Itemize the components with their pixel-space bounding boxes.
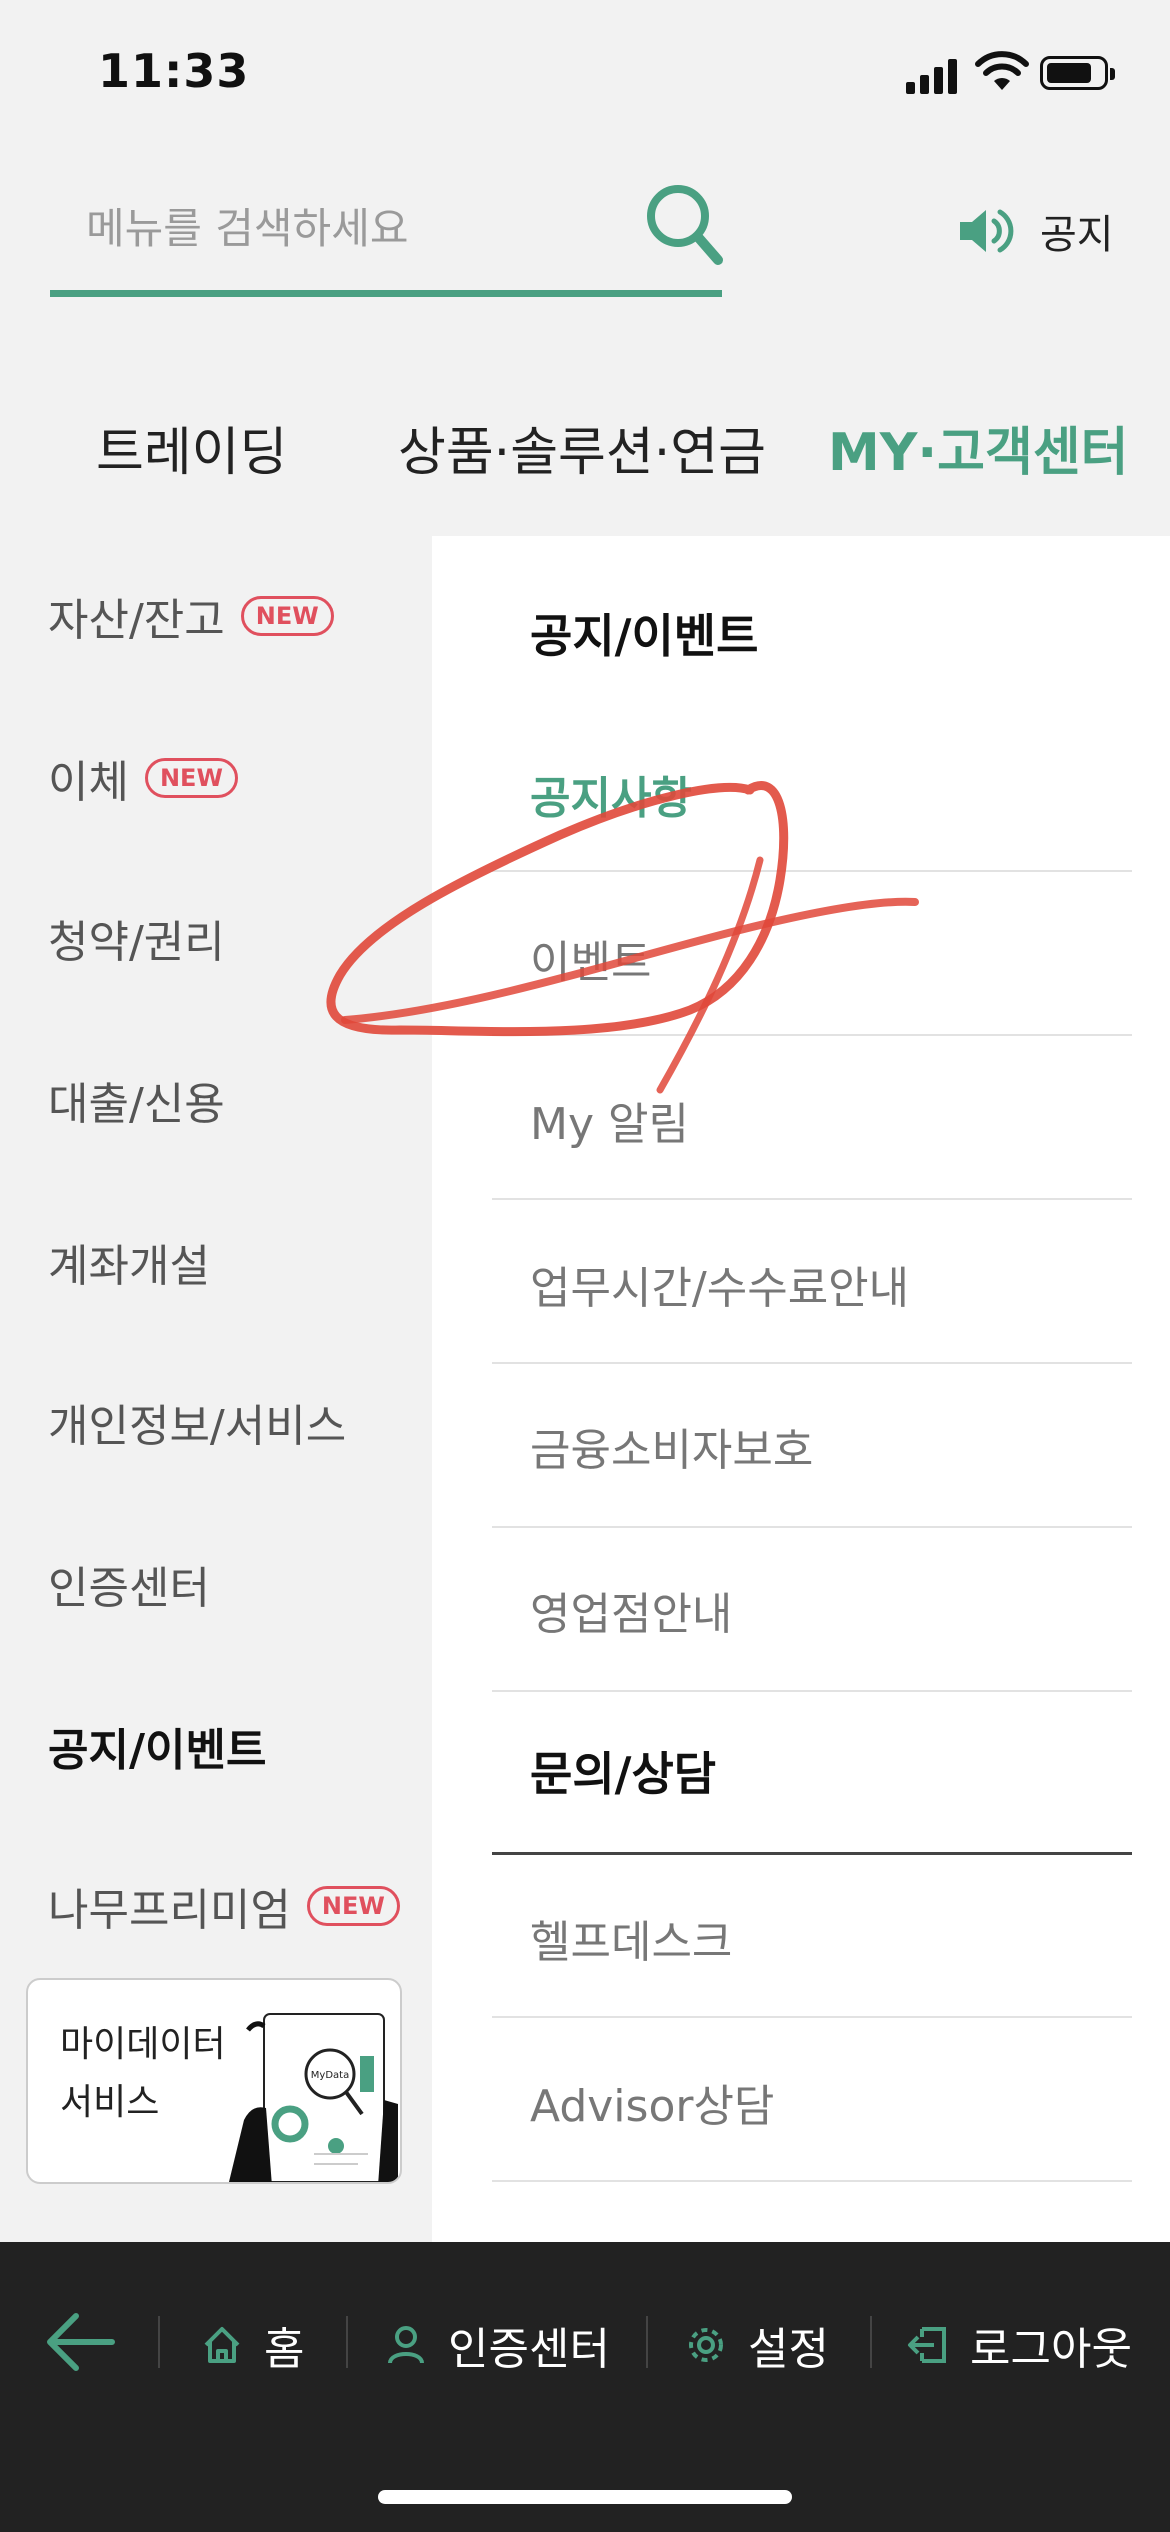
mydata-illustration: MyData bbox=[228, 2013, 398, 2182]
nav-logout[interactable]: 로그아웃 bbox=[906, 2300, 1132, 2390]
arrow-left-icon[interactable] bbox=[40, 2302, 120, 2382]
nav-logout-label: 로그아웃 bbox=[970, 2324, 1132, 2375]
logout-icon bbox=[908, 2327, 946, 2363]
tab-my-customer-center[interactable]: MY·고객센터 bbox=[828, 410, 1129, 485]
notice-label: 공지 bbox=[1040, 212, 1114, 258]
sidebar-item-label: 나무프리미엄 bbox=[48, 1885, 291, 1936]
home-indicator bbox=[378, 2490, 792, 2504]
mydata-banner-line1: 마이데이터 bbox=[60, 2024, 226, 2065]
divider bbox=[492, 1526, 1132, 1528]
sidebar-item-namu-premium[interactable]: 나무프리미엄 NEW bbox=[48, 1874, 400, 1938]
sidebar-item-label: 대출/신용 bbox=[48, 1079, 225, 1130]
section-divider bbox=[492, 1852, 1132, 1855]
battery-icon bbox=[1040, 56, 1115, 90]
nav-settings[interactable]: 설정 bbox=[684, 2300, 829, 2390]
divider bbox=[646, 2316, 648, 2368]
category-tabs: 트레이딩 상품·솔루션·연금 MY·고객센터 bbox=[0, 380, 1170, 530]
mydata-illustration-label: MyData bbox=[311, 2070, 349, 2081]
cellular-signal-icon bbox=[906, 58, 960, 94]
divider bbox=[492, 1690, 1132, 1692]
divider bbox=[492, 2180, 1132, 2182]
nav-home-label: 홈 bbox=[264, 2324, 305, 2375]
sidebar-item-label: 인증센터 bbox=[48, 1563, 210, 1614]
new-badge: NEW bbox=[144, 758, 238, 798]
divider bbox=[492, 1034, 1132, 1036]
mydata-banner-line2: 서비스 bbox=[60, 2082, 160, 2123]
divider bbox=[158, 2316, 160, 2368]
wifi-icon bbox=[975, 51, 1029, 90]
mydata-banner-text: 마이데이터 서비스 bbox=[60, 2016, 226, 2132]
submenu-panel: 공지/이벤트 공지사항 이벤트 My 알림 업무시간/수수료안내 금융소비자보호… bbox=[432, 536, 1170, 2242]
menu-item-advisor[interactable]: Advisor상담 bbox=[530, 2070, 1070, 2134]
new-badge: NEW bbox=[306, 1886, 400, 1926]
notice-button[interactable]: 공지 bbox=[958, 196, 1114, 266]
menu-item-my-alarm[interactable]: My 알림 bbox=[530, 1088, 1070, 1152]
sidebar-item-subscription[interactable]: 청약/권리 bbox=[48, 906, 225, 970]
mydata-banner[interactable]: 마이데이터 서비스 MyData bbox=[26, 1978, 402, 2184]
sidebar-item-loan[interactable]: 대출/신용 bbox=[48, 1068, 225, 1132]
speaker-icon bbox=[960, 209, 1014, 253]
sidebar-item-personal-info[interactable]: 개인정보/서비스 bbox=[48, 1390, 346, 1454]
search-input[interactable] bbox=[84, 192, 628, 264]
menu-item-helpdesk[interactable]: 헬프데스크 bbox=[530, 1906, 1070, 1970]
person-icon bbox=[388, 2326, 424, 2364]
nav-certificate[interactable]: 인증센터 bbox=[384, 2300, 610, 2390]
divider bbox=[492, 870, 1132, 872]
divider bbox=[492, 1362, 1132, 1364]
tab-products[interactable]: 상품·솔루션·연금 bbox=[398, 410, 766, 485]
divider bbox=[346, 2316, 348, 2368]
tab-trading[interactable]: 트레이딩 bbox=[96, 410, 287, 485]
status-bar: 11:33 bbox=[0, 0, 1170, 150]
gear-icon bbox=[689, 2328, 723, 2362]
status-time: 11:33 bbox=[98, 44, 250, 98]
sidebar-item-label: 계좌개설 bbox=[48, 1241, 210, 1292]
home-icon bbox=[204, 2327, 240, 2363]
bottom-navigation-bar: 홈 인증센터 설정 로그아웃 bbox=[0, 2242, 1170, 2532]
sidebar-item-notice-event[interactable]: 공지/이벤트 bbox=[48, 1714, 266, 1778]
menu-item-event[interactable]: 이벤트 bbox=[530, 926, 1070, 990]
sidebar-item-transfer[interactable]: 이체 NEW bbox=[48, 746, 238, 810]
sidebar-item-label: 청약/권리 bbox=[48, 917, 225, 968]
menu-item-notice[interactable]: 공지사항 bbox=[530, 762, 1070, 826]
sidebar-item-assets[interactable]: 자산/잔고 NEW bbox=[48, 584, 334, 648]
menu-item-consumer-protection[interactable]: 금융소비자보호 bbox=[530, 1414, 1070, 1478]
sidebar-item-label: 개인정보/서비스 bbox=[48, 1401, 347, 1452]
nav-settings-label: 설정 bbox=[748, 2324, 829, 2375]
search-bar bbox=[50, 170, 724, 297]
nav-home[interactable]: 홈 bbox=[200, 2300, 304, 2390]
sidebar-item-certificate[interactable]: 인증센터 bbox=[48, 1552, 210, 1616]
sidebar-item-label: 자산/잔고 bbox=[48, 595, 225, 646]
menu-item-business-hours[interactable]: 업무시간/수수료안내 bbox=[530, 1252, 1070, 1316]
sidebar-item-account-opening[interactable]: 계좌개설 bbox=[48, 1230, 210, 1294]
divider bbox=[492, 2016, 1132, 2018]
divider bbox=[492, 1198, 1132, 1200]
divider bbox=[870, 2316, 872, 2368]
menu-item-branch-info[interactable]: 영업점안내 bbox=[530, 1578, 1070, 1642]
section-title-inquiry: 문의/상담 bbox=[530, 1747, 717, 1801]
section-title-notice-event: 공지/이벤트 bbox=[530, 609, 759, 663]
sidebar-item-label: 공지/이벤트 bbox=[48, 1725, 267, 1776]
nav-certificate-label: 인증센터 bbox=[448, 2324, 610, 2375]
new-badge: NEW bbox=[240, 596, 334, 636]
sidebar-item-label: 이체 bbox=[48, 757, 129, 808]
search-icon[interactable] bbox=[644, 180, 724, 270]
